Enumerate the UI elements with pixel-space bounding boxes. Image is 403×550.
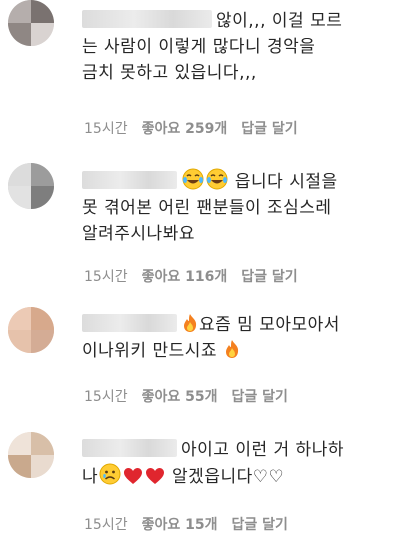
comment-body: 읍니다 시절을 못 겪어본 어린 팬분들이 조심스레 알려주시나봐요	[82, 168, 395, 247]
reply-button[interactable]: 답글 달기	[241, 121, 297, 137]
comment-meta: 15시간 좋아요 259개 답글 달기	[84, 118, 312, 138]
comment-text-line: 알겠읍니다♡♡	[172, 467, 285, 487]
avatar[interactable]	[8, 307, 54, 353]
avatar[interactable]	[8, 163, 54, 209]
comment-text-line: 않이,,, 이걸 모르	[216, 11, 343, 31]
comment-time: 15시간	[84, 121, 128, 137]
avatar[interactable]	[8, 0, 54, 46]
like-count-button[interactable]: 좋아요 55개	[142, 389, 218, 405]
comment-text-line: 는 사람이 이렇게 많다니 경악을	[82, 37, 316, 57]
comment-meta: 15시간 좋아요 15개 답글 달기	[84, 514, 302, 534]
comment-text-line: 이나위키 만드시죠	[82, 341, 218, 361]
comment-text-line: 알려주시나봐요	[82, 224, 195, 244]
red-heart-emoji	[146, 468, 165, 484]
blurred-username	[82, 10, 212, 28]
fire-emoji	[225, 340, 239, 358]
comment-text-line: 아이고 이런 거 하나하	[181, 440, 344, 460]
avatar[interactable]	[8, 432, 54, 478]
comment-body: 요즘 밈 모아모아서 이나위키 만드시죠	[82, 312, 395, 364]
comment-text-line: 읍니다 시절을	[234, 172, 338, 192]
red-heart-emoji	[124, 468, 143, 484]
blurred-username	[82, 171, 177, 189]
tears-of-joy-emoji	[182, 168, 204, 190]
comment-text-line: 요즘 밈 모아모아서	[199, 315, 340, 335]
comment-time: 15시간	[84, 269, 128, 285]
blurred-username	[82, 439, 177, 457]
comment-time: 15시간	[84, 517, 128, 533]
reply-button[interactable]: 답글 달기	[231, 389, 287, 405]
like-count-button[interactable]: 좋아요 259개	[142, 121, 228, 137]
fire-emoji	[184, 314, 197, 332]
like-count-button[interactable]: 좋아요 116개	[142, 269, 228, 285]
blurred-username	[82, 314, 177, 332]
comment-body: 아이고 이런 거 하나하 나 알겠읍니다♡♡	[82, 437, 395, 490]
tears-of-joy-emoji	[206, 168, 228, 190]
comment-body: 않이,,, 이걸 모르 는 사람이 이렇게 많다니 경악을 금치 못하고 있읍니…	[82, 8, 395, 86]
comment-text: 읍니다 시절을 못 겪어본 어린 팬분들이 조심스레 알려주시나봐요	[82, 168, 395, 247]
comment-text: 아이고 이런 거 하나하 나 알겠읍니다♡♡	[82, 437, 395, 490]
comment-text-line: 나	[82, 467, 99, 487]
reply-button[interactable]: 답글 달기	[241, 269, 297, 285]
comment-text-line: 못 겪어본 어린 팬분들이 조심스레	[82, 198, 332, 218]
reply-button[interactable]: 답글 달기	[231, 517, 287, 533]
comment-text-line: 금치 못하고 있읍니다,,,	[82, 63, 257, 83]
comment-meta: 15시간 좋아요 55개 답글 달기	[84, 386, 302, 406]
comment-time: 15시간	[84, 389, 128, 405]
like-count-button[interactable]: 좋아요 15개	[142, 517, 218, 533]
comment-text: 않이,,, 이걸 모르 는 사람이 이렇게 많다니 경악을 금치 못하고 있읍니…	[82, 8, 395, 86]
sad-face-emoji	[99, 463, 121, 485]
comment-meta: 15시간 좋아요 116개 답글 달기	[84, 266, 312, 286]
comment-text: 요즘 밈 모아모아서 이나위키 만드시죠	[82, 312, 395, 364]
